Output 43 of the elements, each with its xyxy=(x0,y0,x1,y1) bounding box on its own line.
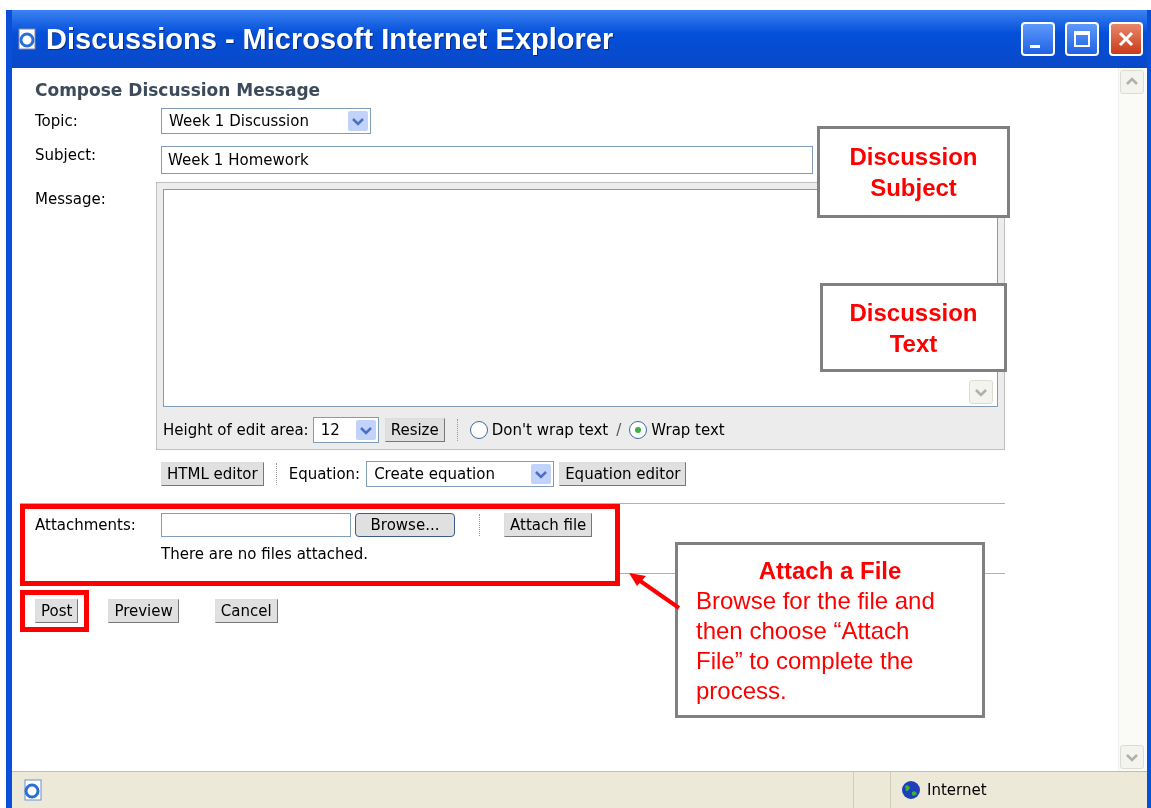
attach-file-button[interactable]: Attach file xyxy=(504,513,593,537)
resize-button[interactable]: Resize xyxy=(384,418,445,442)
form-heading: Compose Discussion Message xyxy=(35,80,322,100)
no-files-note: There are no files attached. xyxy=(161,545,370,563)
browse-button[interactable]: Browse... xyxy=(355,513,455,537)
callout-title: Discussion Text xyxy=(848,297,979,359)
scroll-down-button[interactable] xyxy=(969,380,993,404)
height-select[interactable]: 12 xyxy=(312,417,379,443)
callout-text: Browse for the file and then choose “Attach File” to complete the process. xyxy=(696,585,936,706)
close-icon xyxy=(1117,30,1135,48)
maximize-icon xyxy=(1073,30,1091,48)
zone-label: Internet xyxy=(927,781,988,799)
callout-title: Discussion Subject xyxy=(848,142,979,203)
attachments-label: Attachments: xyxy=(35,516,137,534)
form-button[interactable]: Cancel xyxy=(214,599,278,623)
scroll-down-button[interactable] xyxy=(1120,745,1144,769)
window-title: Discussions - Microsoft Internet Explorer xyxy=(46,22,615,56)
equation-select[interactable]: Create equation xyxy=(366,461,555,487)
form-button[interactable]: Preview xyxy=(108,599,179,623)
scroll-up-button[interactable] xyxy=(1120,70,1144,94)
globe-icon xyxy=(901,780,921,800)
wrap-radio[interactable]: Wrap text xyxy=(629,421,725,439)
maximize-button[interactable] xyxy=(1065,22,1099,56)
minimize-button[interactable] xyxy=(1021,22,1055,56)
equation-editor-button[interactable]: Equation editor xyxy=(559,462,687,486)
callout-title: Attach a File xyxy=(758,555,902,586)
field-label: Subject: xyxy=(35,146,98,164)
minimize-icon xyxy=(1030,44,1040,48)
dropdown-caret-icon xyxy=(355,420,376,440)
wrap-radio[interactable]: Don't wrap text xyxy=(469,421,609,439)
dropdown-caret-icon xyxy=(531,464,552,484)
form-button[interactable]: Post xyxy=(35,599,79,623)
html-editor-button[interactable]: HTML editor xyxy=(161,462,264,486)
separator-slash: / xyxy=(616,421,622,439)
equation-label: Equation: xyxy=(288,465,361,483)
topic-select[interactable]: Week 1 Discussion xyxy=(161,108,371,134)
close-button[interactable] xyxy=(1109,22,1143,56)
dropdown-caret-icon xyxy=(348,111,368,131)
field-label: Message: xyxy=(35,190,107,208)
field-label: Topic: xyxy=(35,112,79,130)
subject-field[interactable]: Week 1 Homework xyxy=(161,146,813,174)
height-label: Height of edit area: xyxy=(163,421,309,439)
file-path-field[interactable] xyxy=(161,513,351,537)
